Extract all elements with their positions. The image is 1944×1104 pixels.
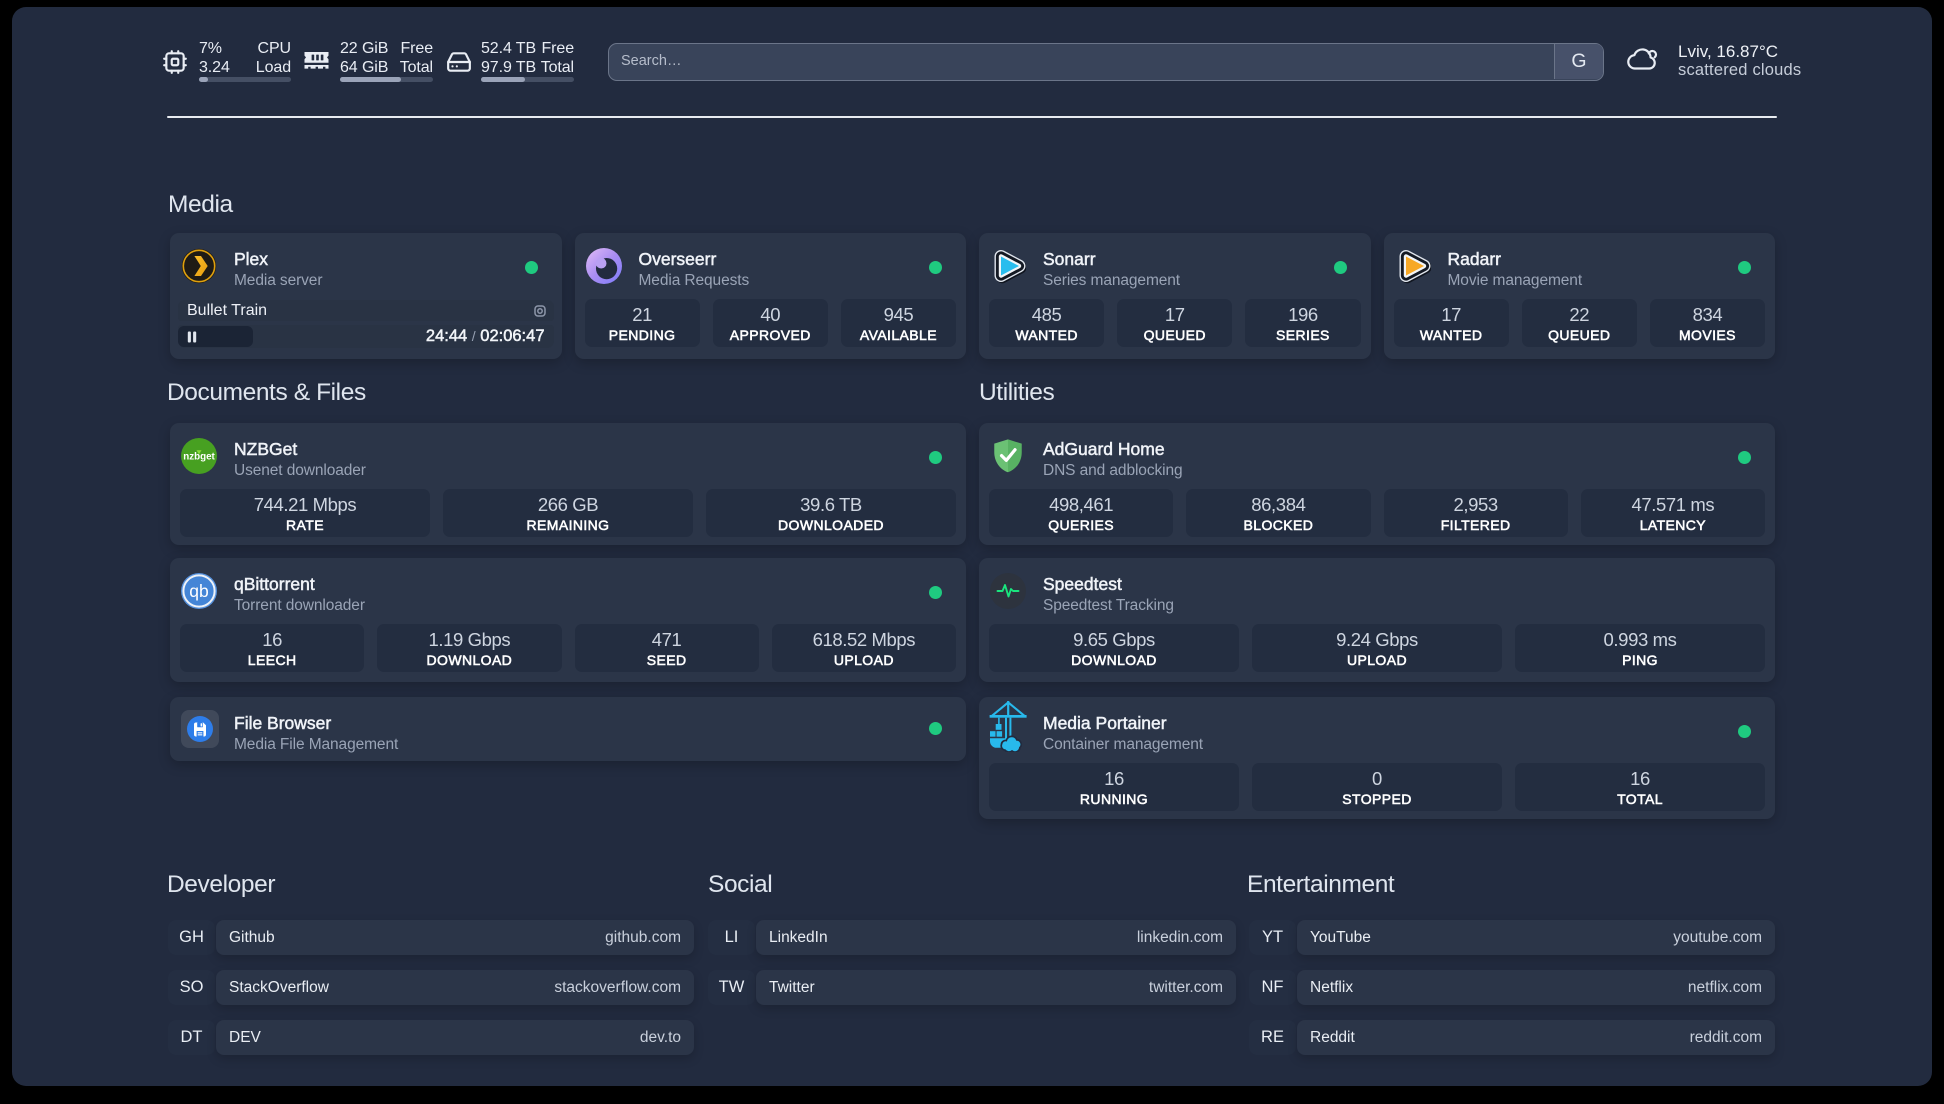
svg-text:nzbget: nzbget <box>183 452 215 463</box>
svg-text:qb: qb <box>189 581 208 601</box>
